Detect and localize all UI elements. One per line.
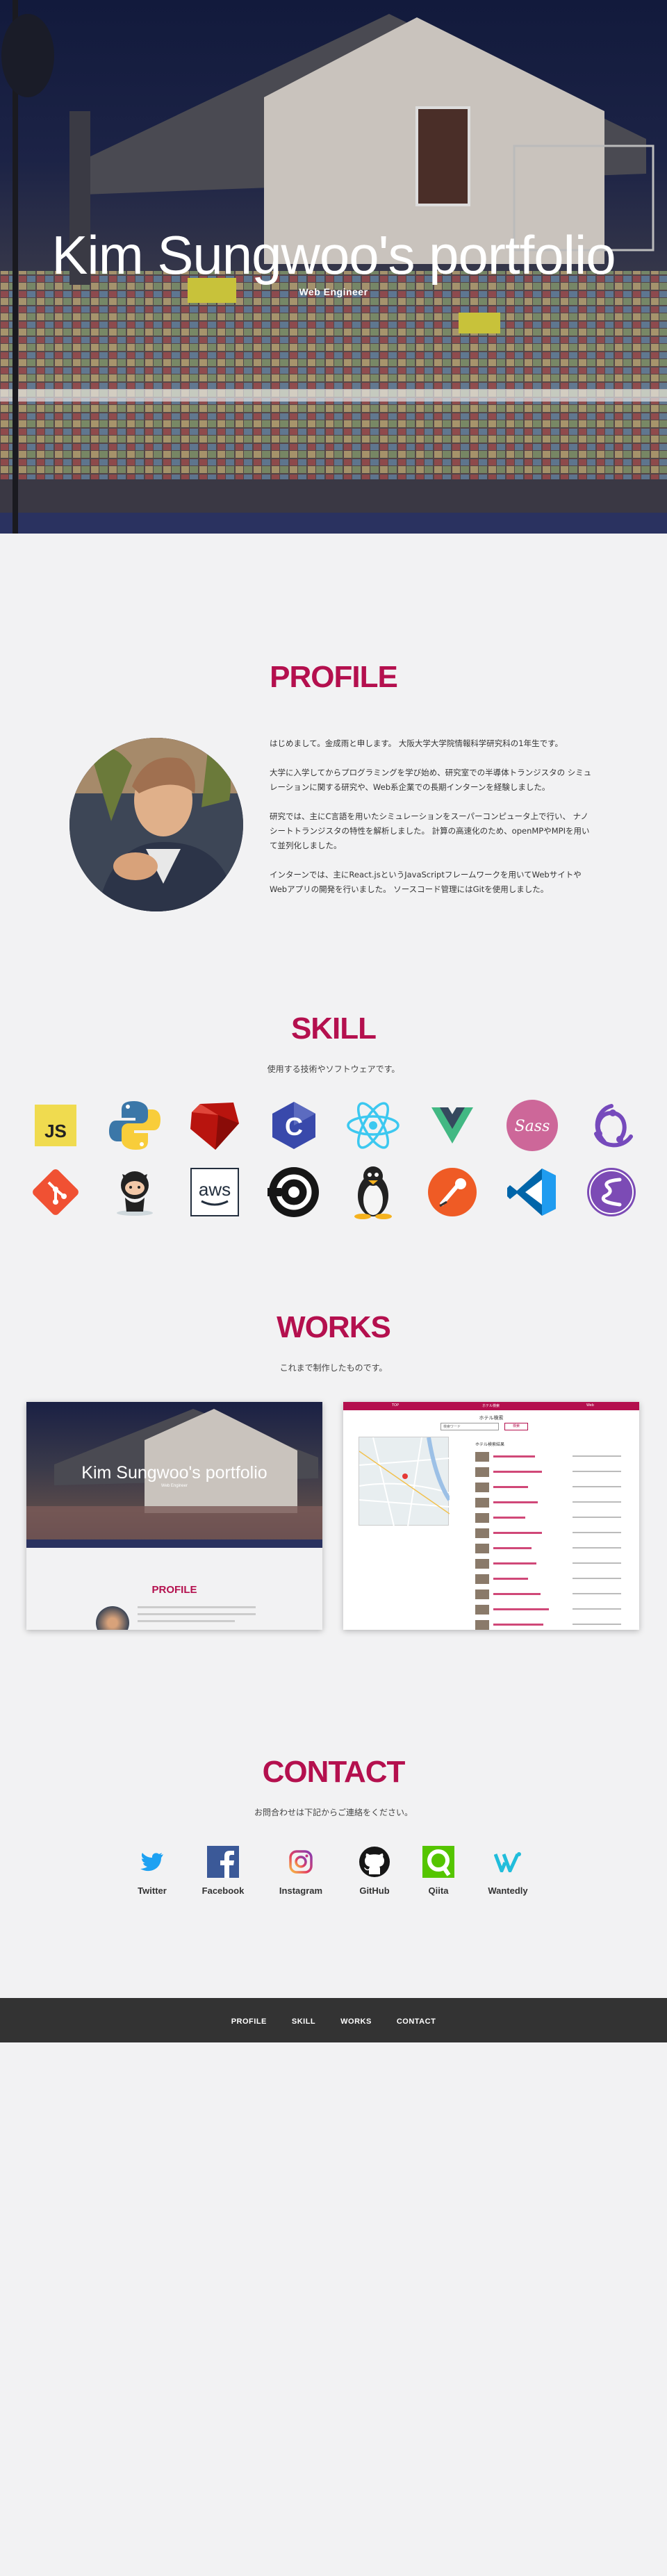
work-thumbnail: Kim Sungwoo's portfolio Web Engineer xyxy=(26,1402,322,1548)
hero-title: Kim Sungwoo's portfolio xyxy=(51,224,616,286)
contact-heading: CONTACT xyxy=(262,1755,406,1789)
github-icon xyxy=(358,1845,391,1879)
postman-icon xyxy=(425,1164,480,1220)
skill-row: JS C Sass xyxy=(28,1098,639,1153)
contact-label: Twitter xyxy=(138,1885,167,1896)
work-card-title: Kim Sungwoo's portfolio xyxy=(81,1463,267,1483)
profile-paragraph: 大学に入学してからプログラミングを学び始め、研究室での半導体トランジスタの シミ… xyxy=(270,768,592,792)
svg-text:JS: JS xyxy=(44,1121,67,1141)
contact-label: GitHub xyxy=(359,1885,390,1896)
profile-paragraph: はじめまして。金成雨と申します。 大阪大学大学院情報科学研究科の1年生です。 xyxy=(270,738,563,748)
work-card-subtitle: Web Engineer xyxy=(161,1484,188,1488)
work-card-hotel-search[interactable]: TOP ホテル検索 Web ホテル検索 検索ワード 検索 ホテル検索結果 xyxy=(343,1402,639,1630)
work-card-section: PROFILE xyxy=(151,1584,197,1596)
contact-github[interactable]: GitHub xyxy=(343,1845,406,1896)
svg-text:C: C xyxy=(285,1112,303,1141)
linux-icon xyxy=(345,1164,401,1220)
works-heading: WORKS xyxy=(277,1310,391,1344)
python-icon xyxy=(107,1098,163,1153)
work-card-title: ホテル検索 xyxy=(479,1415,504,1421)
work-card-map xyxy=(359,1437,452,1527)
contact-label: Wantedly xyxy=(488,1885,528,1896)
footer-link-skill[interactable]: SKILL xyxy=(292,2017,315,2026)
contact-qiita[interactable]: Qiita xyxy=(407,1845,470,1896)
wantedly-icon xyxy=(491,1845,525,1879)
skill-description: 使用する技術やソフトウェアです。 xyxy=(267,1064,400,1074)
vscode-icon xyxy=(504,1164,560,1220)
contact-instagram[interactable]: Instagram xyxy=(270,1845,332,1896)
contact-label: Facebook xyxy=(201,1885,245,1896)
work-card-avatar xyxy=(96,1606,129,1630)
c-icon: C xyxy=(266,1098,322,1153)
footer: PROFILE SKILL WORKS CONTACT xyxy=(0,1998,667,2042)
profile-paragraph: インターンでは、主にReact.jsというJavaScriptフレームワークを用… xyxy=(270,870,582,894)
work-card-search: 検索ワード xyxy=(440,1423,499,1430)
work-card-header: TOP ホテル検索 Web xyxy=(343,1402,639,1410)
redux-icon xyxy=(584,1098,639,1153)
circleci-icon xyxy=(266,1164,322,1220)
profile-paragraph: 研究では、主にC言語を用いたシミュレーションをスーパーコンピュータ上で行い、 ナ… xyxy=(270,811,590,850)
contact-description: お問合わせは下記からご連絡をください。 xyxy=(254,1808,413,1817)
svg-text:Sass: Sass xyxy=(514,1118,550,1135)
footer-link-profile[interactable]: PROFILE xyxy=(231,2017,267,2026)
twitter-icon xyxy=(135,1845,169,1879)
javascript-icon: JS xyxy=(28,1098,83,1153)
git-icon xyxy=(28,1164,83,1220)
vue-icon xyxy=(425,1098,480,1153)
footer-nav: PROFILE SKILL WORKS CONTACT xyxy=(0,1998,667,2026)
instagram-icon xyxy=(284,1845,318,1879)
aws-icon: aws xyxy=(187,1164,242,1220)
profile-heading: PROFILE xyxy=(270,660,398,694)
facebook-icon xyxy=(206,1845,240,1879)
hero-subtitle: Web Engineer xyxy=(299,286,368,297)
works-description: これまで制作したものです。 xyxy=(279,1363,388,1373)
profile-avatar xyxy=(69,738,243,911)
contact-label: Instagram xyxy=(279,1885,323,1896)
contact-facebook[interactable]: Facebook xyxy=(192,1845,254,1896)
contact-label: Qiita xyxy=(428,1885,449,1896)
qiita-icon xyxy=(422,1845,455,1879)
sass-icon: Sass xyxy=(504,1098,560,1153)
skill-heading: SKILL xyxy=(290,1012,377,1046)
profile-text: はじめまして。金成雨と申します。 大阪大学大学院情報科学研究科の1年生です。 大… xyxy=(270,736,596,911)
contact-twitter[interactable]: Twitter xyxy=(121,1845,183,1896)
work-card-list-title: ホテル検索結果 xyxy=(475,1442,505,1447)
ruby-icon xyxy=(187,1098,242,1153)
work-card-body: PROFILE xyxy=(26,1548,322,1630)
skill-row: aws xyxy=(28,1164,639,1220)
hero-section: Kim Sungwoo's portfolio Web Engineer xyxy=(0,0,667,534)
work-card-search-button: 検索 xyxy=(504,1423,528,1430)
contact-wantedly[interactable]: Wantedly xyxy=(477,1845,539,1896)
work-card-portfolio[interactable]: Kim Sungwoo's portfolio Web Engineer PRO… xyxy=(26,1402,322,1630)
footer-link-contact[interactable]: CONTACT xyxy=(397,2017,436,2026)
emacs-icon xyxy=(584,1164,639,1220)
footer-link-works[interactable]: WORKS xyxy=(340,2017,372,2026)
github-icon xyxy=(107,1164,163,1220)
svg-text:aws: aws xyxy=(198,1179,230,1200)
skill-icons: JS C Sass aws xyxy=(28,1098,639,1231)
work-card-result-list xyxy=(475,1452,621,1630)
react-icon xyxy=(345,1098,401,1153)
